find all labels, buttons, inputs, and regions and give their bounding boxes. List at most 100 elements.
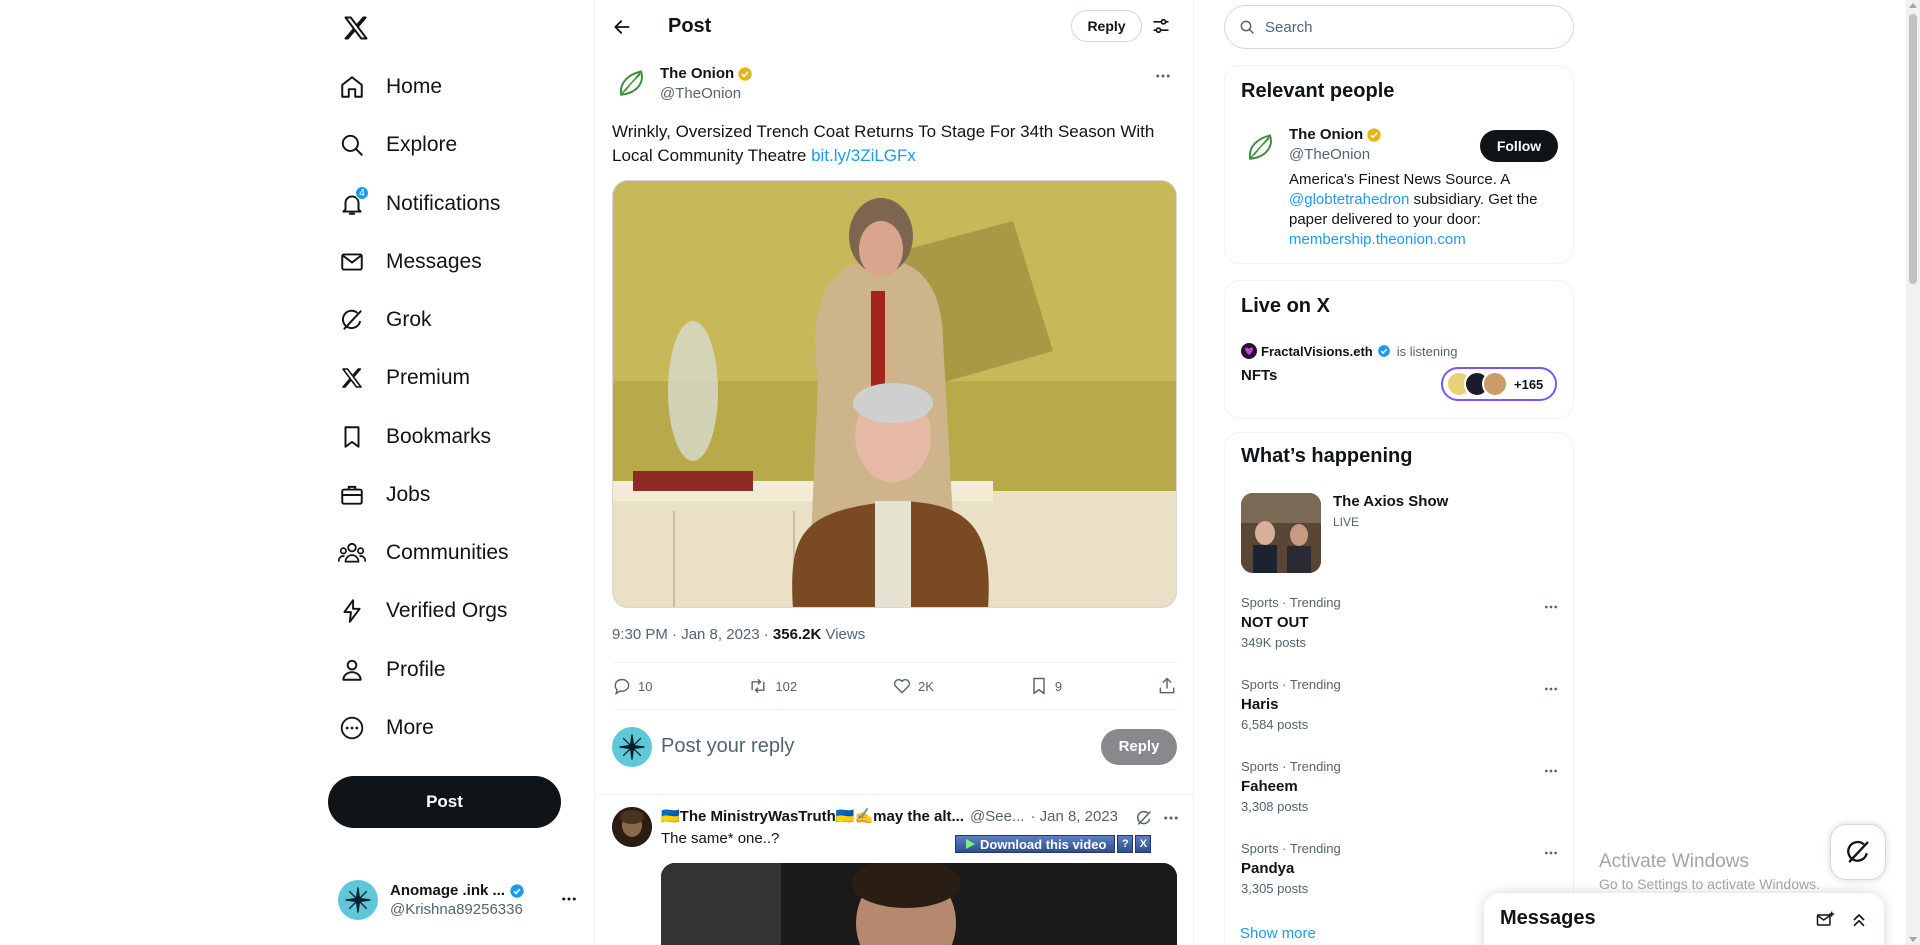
nav-profile[interactable]: Profile bbox=[328, 645, 458, 695]
repost-action[interactable]: 102 bbox=[747, 676, 797, 696]
live-title: Live on X bbox=[1241, 295, 1330, 317]
space-listeners-pill[interactable]: +165 bbox=[1441, 367, 1557, 401]
like-action[interactable]: 2K bbox=[892, 676, 934, 696]
nav-home-label: Home bbox=[386, 75, 443, 98]
nav-verified-orgs[interactable]: Verified Orgs bbox=[328, 586, 519, 636]
trend-item[interactable]: Sports · Trending NOT OUT 349K posts bbox=[1241, 595, 1561, 655]
nav-bookmarks[interactable]: Bookmarks bbox=[328, 412, 503, 462]
grok-icon[interactable] bbox=[1135, 809, 1153, 827]
reply-date[interactable]: · Jan 8, 2023 bbox=[1030, 808, 1118, 825]
post-header: Post Reply bbox=[595, 0, 1193, 53]
nav-communities[interactable]: Communities bbox=[328, 528, 521, 578]
nav-profile-label: Profile bbox=[386, 658, 446, 681]
account-switcher[interactable]: Anomage .ink ... @Krishna89256336 bbox=[338, 875, 578, 925]
featured-event[interactable]: The Axios Show LIVE bbox=[1241, 493, 1448, 573]
messages-drawer[interactable]: Messages bbox=[1484, 893, 1884, 945]
trend-name: Haris bbox=[1241, 696, 1279, 713]
trend-more-icon[interactable] bbox=[1541, 765, 1561, 777]
live-host[interactable]: FractalVisions.eth is listening bbox=[1241, 343, 1457, 359]
back-arrow-icon[interactable] bbox=[607, 12, 637, 42]
bio-text: America's Finest News Source. A bbox=[1289, 171, 1510, 188]
reply-composer: Post your reply Reply bbox=[612, 724, 1177, 769]
chevron-up-icon[interactable] bbox=[1848, 909, 1870, 931]
bio-mention-link[interactable]: @globtetrahedron bbox=[1289, 191, 1409, 208]
nav-grok[interactable]: Grok bbox=[328, 295, 444, 345]
download-video-label: Download this video bbox=[980, 836, 1107, 852]
onion-logo-icon[interactable] bbox=[1241, 128, 1281, 168]
verified-badge-icon bbox=[509, 883, 525, 899]
views-count: 356.2K bbox=[772, 626, 822, 643]
verified-badge-icon bbox=[1377, 344, 1391, 358]
nav-notifications[interactable]: 4 Notifications bbox=[328, 179, 512, 229]
reply-author-handle[interactable]: @See... bbox=[970, 808, 1024, 825]
header-reply-button[interactable]: Reply bbox=[1071, 10, 1142, 42]
gold-verified-badge-icon bbox=[737, 66, 753, 82]
scroll-down-arrow-icon[interactable] bbox=[1909, 937, 1917, 942]
nav-explore[interactable]: Explore bbox=[328, 120, 469, 170]
grok-floating-button[interactable] bbox=[1830, 824, 1886, 880]
reply-more-icon[interactable] bbox=[1161, 809, 1181, 827]
reply-post[interactable]: 🇺🇦The MinistryWasTruth🇺🇦✍️may the alt...… bbox=[595, 795, 1193, 945]
scroll-up-arrow-icon[interactable] bbox=[1909, 3, 1917, 8]
avatar[interactable] bbox=[612, 807, 652, 847]
post-time[interactable]: 9:30 PM · Jan 8, 2023 · bbox=[612, 626, 773, 643]
onion-logo-icon bbox=[612, 64, 652, 104]
nav-messages[interactable]: Messages bbox=[328, 237, 494, 287]
relevant-handle[interactable]: @TheOnion bbox=[1289, 146, 1370, 163]
search-input[interactable]: Search bbox=[1224, 5, 1574, 49]
trend-item[interactable]: Sports · Trending Haris 6,584 posts bbox=[1241, 677, 1561, 737]
reply-input[interactable]: Post your reply bbox=[661, 735, 1101, 758]
post-image[interactable] bbox=[612, 180, 1177, 608]
nav-premium[interactable]: Premium bbox=[328, 353, 482, 403]
envelope-icon bbox=[338, 248, 366, 276]
relevant-bio: America's Finest News Source. A @globtet… bbox=[1289, 170, 1561, 250]
follow-button[interactable]: Follow bbox=[1480, 130, 1558, 162]
post-button[interactable]: Post bbox=[328, 776, 561, 828]
account-name: Anomage .ink ... bbox=[390, 882, 506, 899]
show-more-link[interactable]: Show more bbox=[1240, 925, 1316, 942]
watermark-line-2: Go to Settings to activate Windows. bbox=[1599, 876, 1820, 892]
bio-url-link[interactable]: membership.theonion.com bbox=[1289, 231, 1466, 248]
bookmark-action[interactable]: 9 bbox=[1029, 676, 1062, 696]
relevant-name[interactable]: The Onion bbox=[1289, 126, 1363, 143]
trend-category: Sports · Trending bbox=[1241, 759, 1341, 774]
reply-action[interactable]: 10 bbox=[612, 676, 652, 696]
trend-more-icon[interactable] bbox=[1541, 601, 1561, 613]
trend-item[interactable]: Sports · Trending Faheem 3,308 posts bbox=[1241, 759, 1561, 819]
download-help-button[interactable]: ? bbox=[1117, 835, 1134, 853]
page-scrollbar[interactable] bbox=[1906, 0, 1920, 945]
scrollbar-thumb[interactable] bbox=[1909, 14, 1917, 284]
search-icon bbox=[1239, 19, 1255, 35]
x-logo[interactable] bbox=[338, 10, 374, 46]
reply-author-name[interactable]: 🇺🇦The MinistryWasTruth🇺🇦✍️may the alt... bbox=[661, 807, 964, 825]
trend-more-icon[interactable] bbox=[1541, 847, 1561, 859]
space-title[interactable]: NFTs bbox=[1241, 367, 1277, 384]
listener-count: +165 bbox=[1514, 376, 1544, 392]
trend-item[interactable]: Sports · Trending Pandya 3,305 posts bbox=[1241, 841, 1561, 901]
trend-posts: 6,584 posts bbox=[1241, 717, 1309, 732]
event-name: The Axios Show bbox=[1333, 493, 1449, 510]
trend-more-icon[interactable] bbox=[1541, 683, 1561, 695]
download-video-button[interactable]: Download this video bbox=[955, 835, 1116, 853]
post-author[interactable]: The Onion @TheOnion bbox=[612, 64, 753, 104]
bookmark-count: 9 bbox=[1054, 678, 1063, 694]
post-more-icon[interactable] bbox=[1151, 66, 1175, 86]
person-icon bbox=[338, 656, 366, 684]
new-message-icon[interactable] bbox=[1814, 909, 1836, 931]
avatar bbox=[338, 880, 378, 920]
nav-home[interactable]: Home bbox=[328, 62, 454, 112]
post-link[interactable]: bit.ly/3ZiLGFx bbox=[811, 146, 916, 165]
grok-icon bbox=[1844, 838, 1872, 866]
trend-category: Sports · Trending bbox=[1241, 595, 1341, 610]
heart-icon bbox=[892, 676, 912, 696]
nav-communities-label: Communities bbox=[386, 541, 509, 564]
download-close-button[interactable]: X bbox=[1135, 835, 1152, 853]
trend-name: NOT OUT bbox=[1241, 614, 1309, 631]
reply-submit-button[interactable]: Reply bbox=[1101, 728, 1177, 765]
more-dots-icon[interactable] bbox=[560, 890, 578, 908]
share-action[interactable] bbox=[1157, 676, 1177, 696]
nav-more[interactable]: More bbox=[328, 703, 446, 753]
sliders-icon[interactable] bbox=[1149, 14, 1173, 38]
reply-video[interactable] bbox=[661, 863, 1177, 945]
nav-jobs[interactable]: Jobs bbox=[328, 470, 442, 520]
